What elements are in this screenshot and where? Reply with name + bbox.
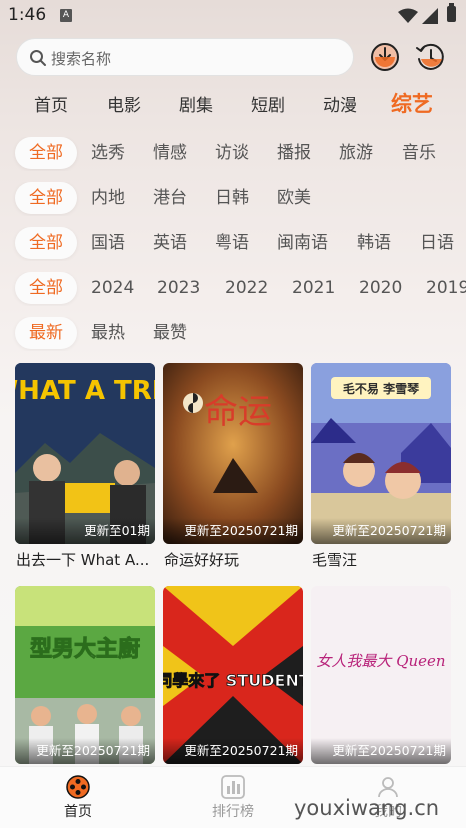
- chip-label: 全部: [29, 188, 63, 208]
- poster-art: WHAT A TRIP: [15, 363, 155, 544]
- filter-chip[interactable]: 闽南语: [277, 227, 328, 259]
- filter-chip[interactable]: 粤语: [215, 227, 249, 259]
- filter-chip[interactable]: 英语: [153, 227, 187, 259]
- film-reel-icon: [66, 775, 90, 799]
- tab-movie[interactable]: 电影: [107, 91, 141, 116]
- filter-chip-selected[interactable]: 全部: [15, 272, 77, 304]
- filter-chip[interactable]: 2021: [292, 272, 335, 304]
- nav-label: 排行榜: [212, 804, 254, 820]
- poster-title: 毛不易 李雪琴: [343, 381, 420, 396]
- tab-anime[interactable]: 动漫: [323, 91, 357, 116]
- filter-row-region: 全部 内地 港台 日韩 欧美: [0, 182, 466, 216]
- poster-image: 命运 更新至20250721期: [163, 363, 303, 544]
- chip-label: 全部: [29, 233, 63, 253]
- poster-art: 命运: [163, 363, 303, 544]
- filter-chip[interactable]: 欧美: [277, 182, 311, 214]
- poster-caption: 更新至20250721期: [311, 518, 451, 544]
- update-badge: 更新至20250721期: [332, 743, 446, 758]
- chip-label: 最新: [29, 323, 63, 343]
- filter-row-year: 全部 2024 2023 2022 2021 2020 2019: [0, 272, 466, 306]
- card-title: 命运好好玩: [164, 551, 240, 569]
- sort-chip-selected[interactable]: 最新: [15, 317, 77, 349]
- update-badge: 更新至20250721期: [184, 523, 298, 538]
- status-time: 1:46: [8, 5, 47, 25]
- poster-title: 同學來了 STUDENT: [163, 671, 303, 690]
- update-badge: 更新至01期: [84, 523, 150, 538]
- poster-title: 女人我最大 Queen: [316, 652, 445, 670]
- tab-variety[interactable]: 综艺: [391, 88, 433, 118]
- filter-chip[interactable]: 日语: [420, 227, 454, 259]
- update-badge: 更新至20250721期: [36, 743, 150, 758]
- filter-chip-selected[interactable]: 全部: [15, 182, 77, 214]
- filter-chip[interactable]: 选秀: [91, 137, 125, 169]
- filter-chip[interactable]: 播报: [277, 137, 311, 169]
- filter-chip[interactable]: 旅游: [339, 137, 373, 169]
- filter-chip-selected[interactable]: 全部: [15, 137, 77, 169]
- status-bar: 1:46 A: [0, 0, 466, 32]
- poster-caption: 更新至20250721期: [163, 738, 303, 764]
- poster-caption: 更新至20250721期: [311, 738, 451, 764]
- filter-chip[interactable]: 访谈: [215, 137, 249, 169]
- filter-chip[interactable]: 内地: [91, 182, 125, 214]
- poster-image: 毛不易 李雪琴 更新至20250721期: [311, 363, 451, 544]
- chip-label: 全部: [29, 278, 63, 298]
- poster-title: 命运: [204, 392, 272, 432]
- tab-home[interactable]: 首页: [34, 91, 68, 116]
- search-icon: [30, 50, 46, 66]
- filter-chip[interactable]: 国语: [91, 227, 125, 259]
- filter-chip[interactable]: 港台: [153, 182, 187, 214]
- filter-chip[interactable]: 音乐: [402, 137, 436, 169]
- history-icon[interactable]: [415, 42, 446, 72]
- poster-image: 型男大主廚 更新至20250721期: [15, 586, 155, 764]
- filter-chip[interactable]: 2022: [225, 272, 268, 304]
- filter-chip[interactable]: 2024: [91, 272, 134, 304]
- filter-chip-selected[interactable]: 全部: [15, 227, 77, 259]
- card-title: 出去一下 What A...: [16, 551, 150, 569]
- filter-row-type: 全部 选秀 情感 访谈 播报 旅游 音乐: [0, 137, 466, 171]
- poster-title: WHAT A TRIP: [15, 376, 155, 406]
- poster-art: 毛不易 李雪琴: [311, 363, 451, 544]
- main-tab-bar: 首页 电影 剧集 短剧 动漫 综艺: [0, 88, 466, 120]
- tab-series[interactable]: 剧集: [179, 91, 213, 116]
- filter-chip[interactable]: 情感: [153, 137, 187, 169]
- sort-chip[interactable]: 最热: [91, 317, 125, 349]
- sort-chip[interactable]: 最赞: [153, 317, 187, 349]
- nav-label: 首页: [64, 804, 92, 820]
- watermark: youxiwang.cn: [294, 796, 440, 820]
- tab-short-drama[interactable]: 短剧: [251, 91, 285, 116]
- chip-label: 全部: [29, 143, 63, 163]
- search-input[interactable]: 搜索名称: [16, 38, 354, 76]
- poster-image: 女人我最大 Queen 更新至20250721期: [311, 586, 451, 764]
- search-placeholder: 搜索名称: [51, 50, 112, 68]
- wifi-icon: [398, 8, 418, 23]
- filter-chip[interactable]: 2023: [157, 272, 200, 304]
- poster-caption: 更新至20250721期: [15, 738, 155, 764]
- poster-image: 同學來了 STUDENT 更新至20250721期: [163, 586, 303, 764]
- poster-image: WHAT A TRIP 更新至01期: [15, 363, 155, 544]
- signal-icon: [422, 8, 438, 24]
- filter-chip[interactable]: 2019: [426, 272, 466, 304]
- poster-title: 型男大主廚: [30, 636, 140, 662]
- filter-row-sort: 最新 最热 最赞: [0, 317, 466, 351]
- poster-caption: 更新至20250721期: [163, 518, 303, 544]
- filter-chip[interactable]: 日韩: [215, 182, 249, 214]
- card-title: 毛雪汪: [312, 551, 358, 569]
- notification-icon: A: [60, 9, 72, 22]
- download-icon[interactable]: [370, 42, 400, 72]
- update-badge: 更新至20250721期: [184, 743, 298, 758]
- ranking-icon: [221, 775, 245, 799]
- nav-home[interactable]: 首页: [38, 767, 118, 828]
- filter-chip[interactable]: 2020: [359, 272, 402, 304]
- nav-ranking[interactable]: 排行榜: [193, 767, 273, 828]
- filter-row-language: 全部 国语 英语 粤语 闽南语 韩语 日语: [0, 227, 466, 261]
- poster-caption: 更新至01期: [15, 518, 155, 544]
- battery-icon: [447, 3, 456, 22]
- filter-chip[interactable]: 韩语: [357, 227, 391, 259]
- update-badge: 更新至20250721期: [332, 523, 446, 538]
